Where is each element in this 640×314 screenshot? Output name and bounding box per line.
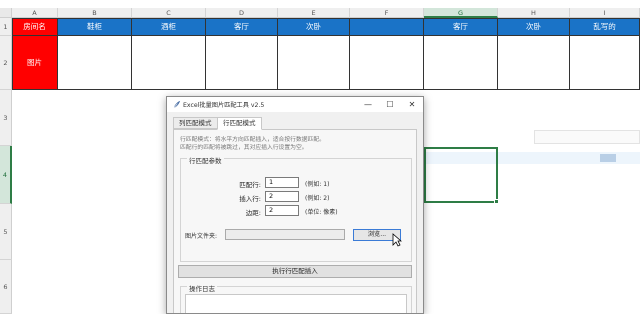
margin-label: 边距:	[245, 209, 261, 217]
cell-i1[interactable]: 乱写的	[570, 18, 640, 36]
column-header-f[interactable]: F	[350, 8, 424, 18]
row-mode-panel: 行匹配模式：将水平方向匹配插入，适合按行数据匹配。 匹配行的匹配将被跳过，其对应…	[173, 129, 417, 313]
cell-h2[interactable]	[498, 36, 570, 90]
tab-row-mode[interactable]: 行匹配模式	[217, 117, 262, 130]
run-row-match-button[interactable]: 执行行匹配插入	[178, 265, 412, 278]
insert-row-hint: (例如: 2)	[305, 195, 330, 202]
tab-column-mode[interactable]: 列匹配模式	[173, 117, 218, 129]
insert-row-label: 插入行:	[239, 195, 261, 203]
dialog-titlebar[interactable]: Excel批量图片匹配工具 v2.5 — ☐ ✕	[167, 97, 423, 112]
column-header-b[interactable]: B	[58, 8, 132, 18]
cell-b2[interactable]	[58, 36, 132, 90]
row-params-group: 行匹配参数 匹配行: 1 (例如: 1) 插入行: 2 (例如: 2) 边距: …	[180, 155, 412, 262]
column-header-c[interactable]: C	[132, 8, 206, 18]
cell-d2[interactable]	[206, 36, 278, 90]
image-folder-input[interactable]	[225, 229, 345, 240]
cell-e2[interactable]	[278, 36, 350, 90]
match-row-input[interactable]: 1	[265, 177, 299, 188]
log-textarea[interactable]	[185, 294, 407, 313]
column-header-h[interactable]: H	[498, 8, 570, 18]
column-header-a[interactable]: A	[12, 8, 58, 18]
cell-e1[interactable]: 次卧	[278, 18, 350, 36]
match-row-hint: (例如: 1)	[305, 181, 330, 188]
mode-description-line-2: 匹配行的匹配将被跳过，其对应插入行设置为空。	[180, 145, 308, 151]
feather-icon	[173, 100, 181, 109]
cell-i2[interactable]	[570, 36, 640, 90]
mouse-pointer-icon	[392, 233, 402, 247]
image-matcher-dialog: Excel批量图片匹配工具 v2.5 — ☐ ✕ 列匹配模式 行匹配模式 行匹配…	[166, 96, 424, 314]
margin-hint: (单位: 像素)	[305, 209, 338, 216]
select-all-corner[interactable]	[0, 8, 12, 18]
active-cell-selection[interactable]	[424, 147, 498, 203]
minimize-button[interactable]: —	[357, 97, 379, 112]
cell-g1[interactable]: 客厅	[424, 18, 498, 36]
column-header-e[interactable]: E	[278, 8, 350, 18]
background-button	[600, 154, 616, 162]
margin-input[interactable]: 2	[265, 205, 299, 216]
row-header-3[interactable]: 3	[0, 90, 12, 146]
cell-a1[interactable]: 房间名	[12, 18, 58, 36]
image-folder-label: 图片文件夹:	[185, 233, 218, 240]
column-header-i[interactable]: I	[570, 8, 640, 18]
cell-b1[interactable]: 鞋柜	[58, 18, 132, 36]
table-top-border	[12, 18, 640, 19]
cell-c2[interactable]	[132, 36, 206, 90]
cell-f2[interactable]	[350, 36, 424, 90]
cell-f1[interactable]	[350, 18, 424, 36]
fill-handle[interactable]	[494, 199, 499, 204]
column-header-g[interactable]: G	[424, 8, 498, 18]
background-panel	[534, 130, 640, 144]
log-group: 操作日志	[180, 283, 412, 313]
cell-h1[interactable]: 次卧	[498, 18, 570, 36]
row-header-6[interactable]: 6	[0, 260, 12, 314]
column-header-d[interactable]: D	[206, 8, 278, 18]
cell-a2[interactable]: 图片	[12, 36, 58, 90]
cell-c1[interactable]: 酒柜	[132, 18, 206, 36]
close-button[interactable]: ✕	[401, 97, 423, 112]
row-params-group-title: 行匹配参数	[187, 155, 224, 165]
row-header-1[interactable]: 1	[0, 18, 12, 36]
insert-row-input[interactable]: 2	[265, 191, 299, 202]
match-row-label: 匹配行:	[239, 181, 261, 189]
log-group-title: 操作日志	[187, 283, 217, 293]
dialog-title: Excel批量图片匹配工具 v2.5	[183, 102, 265, 109]
row-header-2[interactable]: 2	[0, 36, 12, 90]
cell-g2[interactable]	[424, 36, 498, 90]
maximize-button[interactable]: ☐	[379, 97, 401, 112]
table-left-border	[12, 18, 13, 90]
cell-d1[interactable]: 客厅	[206, 18, 278, 36]
row-header-5[interactable]: 5	[0, 204, 12, 260]
row-header-4[interactable]: 4	[0, 146, 12, 204]
